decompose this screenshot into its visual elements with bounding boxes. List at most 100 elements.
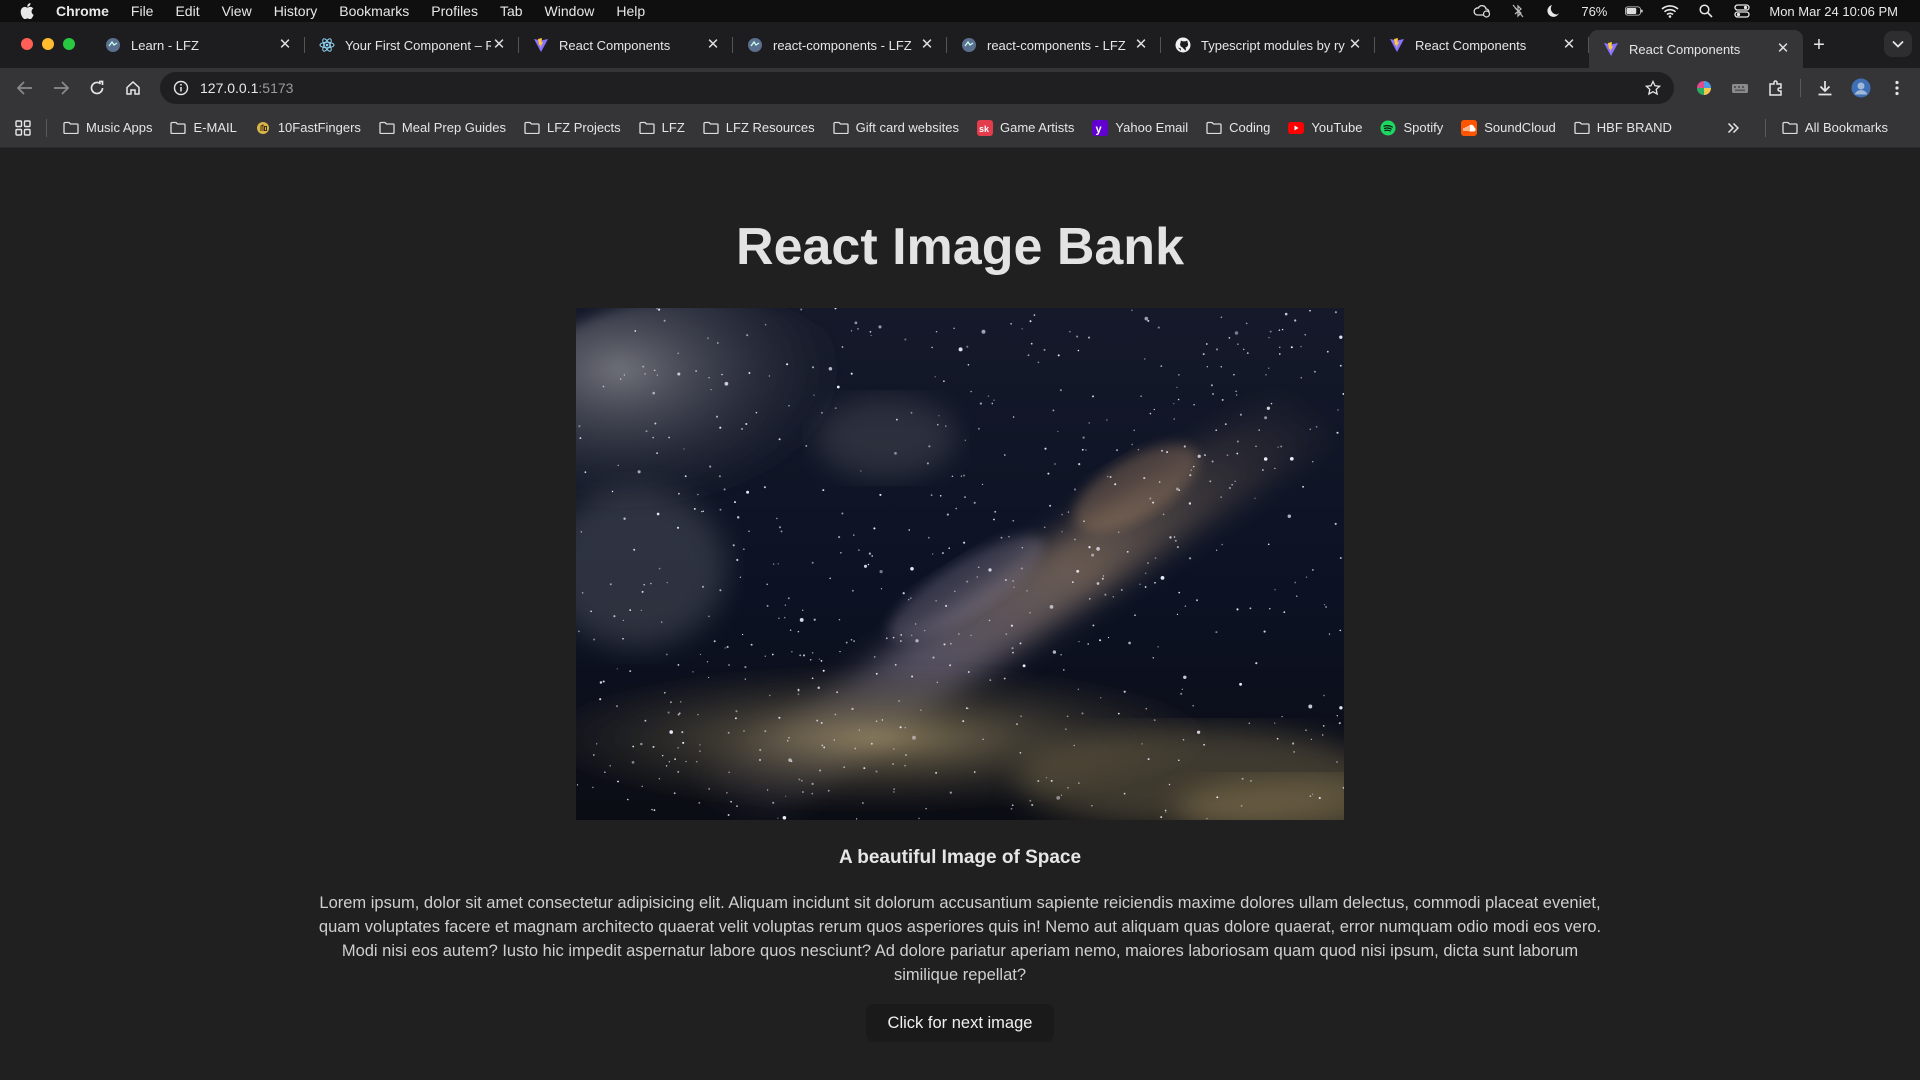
menubar-clock[interactable]: Mon Mar 24 10:06 PM	[1769, 4, 1898, 19]
folder-icon	[833, 121, 849, 135]
bookmark-coding[interactable]: Coding	[1206, 120, 1270, 135]
all-bookmarks-button[interactable]: All Bookmarks	[1782, 120, 1888, 135]
soundcloud-icon	[1461, 119, 1478, 136]
menu-bookmarks[interactable]: Bookmarks	[339, 3, 409, 19]
tab-your-first-component[interactable]: Your First Component – R ✕	[305, 28, 519, 62]
vite-icon	[533, 37, 549, 53]
tab-react-components-2[interactable]: React Components ✕	[1375, 28, 1589, 62]
close-tab-icon[interactable]: ✕	[919, 37, 935, 53]
control-center-icon[interactable]	[1733, 4, 1751, 18]
svg-text:sk: sk	[979, 124, 990, 134]
tab-title: react-components - LFZ	[773, 37, 912, 53]
apple-icon[interactable]	[20, 3, 34, 19]
spotlight-search-icon[interactable]	[1697, 4, 1715, 18]
battery-icon[interactable]	[1625, 4, 1643, 18]
tab-react-components-lfz-1[interactable]: react-components - LFZ ✕	[733, 28, 947, 62]
react-icon	[319, 37, 335, 53]
menu-edit[interactable]: Edit	[175, 3, 199, 19]
menu-profiles[interactable]: Profiles	[431, 3, 478, 19]
bookmark-label: LFZ Projects	[546, 120, 621, 135]
address-bar[interactable]: 127.0.0.1:5173	[160, 72, 1674, 104]
close-tab-icon[interactable]: ✕	[491, 37, 507, 53]
wifi-icon[interactable]	[1661, 4, 1679, 18]
close-tab-icon[interactable]: ✕	[277, 37, 293, 53]
close-tab-icon[interactable]: ✕	[1561, 37, 1577, 53]
folder-icon	[1206, 121, 1222, 135]
tab-react-components-1[interactable]: React Components ✕	[519, 28, 733, 62]
window-controls	[0, 38, 91, 68]
close-tab-icon[interactable]: ✕	[705, 37, 721, 53]
bookmark-lfz-projects[interactable]: LFZ Projects	[524, 120, 621, 135]
bluetooth-off-icon[interactable]	[1509, 4, 1527, 18]
cloud-sync-icon[interactable]	[1473, 4, 1491, 18]
image-caption: A beautiful Image of Space	[838, 847, 1082, 868]
tab-title: React Components	[1415, 37, 1527, 53]
close-tab-icon[interactable]: ✕	[1775, 41, 1791, 57]
moon-icon[interactable]	[1545, 4, 1563, 18]
download-icon[interactable]	[1813, 76, 1837, 100]
home-icon[interactable]	[118, 73, 148, 103]
lfz-icon	[747, 37, 763, 53]
apps-grid-icon[interactable]	[14, 119, 32, 137]
menu-file[interactable]: File	[131, 3, 154, 19]
bookmark-e-mail[interactable]: E-MAIL	[170, 120, 237, 135]
reload-icon[interactable]	[82, 73, 112, 103]
keyboard-extension-icon[interactable]	[1728, 76, 1752, 100]
menu-help[interactable]: Help	[616, 3, 645, 19]
bookmark-music-apps[interactable]: Music Apps	[63, 120, 152, 135]
bookmark-star-icon[interactable]	[1644, 79, 1662, 97]
bookmark-10fastfingers[interactable]: 10FastFingers	[255, 120, 361, 135]
folder-icon	[1782, 121, 1798, 135]
next-image-button[interactable]: Click for next image	[866, 1004, 1054, 1042]
battery-percent: 76%	[1581, 3, 1608, 19]
bookmark-label: HBF BRAND	[1596, 120, 1672, 135]
minimize-window-button[interactable]	[42, 38, 54, 50]
tab-search-button[interactable]	[1884, 31, 1912, 57]
tab-typescript-modules[interactable]: Typescript modules by ry ✕	[1161, 28, 1375, 62]
tab-react-components-lfz-2[interactable]: react-components - LFZ ✕	[947, 28, 1161, 62]
bookmark-youtube[interactable]: YouTube	[1288, 120, 1362, 135]
more-menu-icon[interactable]	[1885, 76, 1909, 100]
close-tab-icon[interactable]: ✕	[1347, 37, 1363, 53]
site-info-icon[interactable]	[172, 79, 190, 97]
bookmark-label: Music Apps	[86, 120, 153, 135]
bookmark-label: Meal Prep Guides	[401, 120, 506, 135]
bookmarks-separator	[1764, 118, 1766, 137]
fullscreen-window-button[interactable]	[63, 38, 75, 50]
bookmark-lfz[interactable]: LFZ	[639, 120, 685, 135]
image-description: Lorem ipsum, dolor sit amet consectetur …	[318, 894, 1602, 984]
lfz-icon	[961, 37, 977, 53]
new-tab-button[interactable]: +	[1803, 28, 1835, 62]
extensions-area	[1692, 76, 1909, 100]
close-window-button[interactable]	[21, 38, 33, 50]
double-chevron-right-icon[interactable]	[1725, 120, 1741, 136]
tab-learn-lfz[interactable]: Learn - LFZ ✕	[91, 28, 305, 62]
tab-react-components-active[interactable]: React Components ✕	[1589, 30, 1803, 68]
close-tab-icon[interactable]: ✕	[1133, 37, 1149, 53]
forward-arrow-icon[interactable]	[46, 73, 76, 103]
menu-history[interactable]: History	[274, 3, 318, 19]
bookmark-label: LFZ	[661, 120, 685, 135]
menu-window[interactable]: Window	[545, 3, 595, 19]
bookmark-yahoo-email[interactable]: y Yahoo Email	[1092, 119, 1188, 136]
tab-strip: Learn - LFZ ✕ Your First Component – R ✕…	[0, 22, 1920, 68]
bookmark-lfz-resources[interactable]: LFZ Resources	[703, 120, 815, 135]
bookmark-game-artists[interactable]: sk Game Artists	[977, 119, 1074, 136]
profile-avatar[interactable]	[1849, 76, 1873, 100]
bookmark-hbf-brand[interactable]: HBF BRAND	[1574, 120, 1672, 135]
bookmark-spotify[interactable]: Spotify	[1380, 120, 1443, 135]
menu-app-name[interactable]: Chrome	[56, 3, 109, 19]
tab-title: Your First Component – R	[345, 37, 491, 53]
bookmark-label: SoundCloud	[1484, 120, 1556, 135]
extensions-puzzle-icon[interactable]	[1764, 76, 1788, 100]
menu-tab[interactable]: Tab	[500, 3, 523, 19]
color-picker-extension-icon[interactable]	[1692, 76, 1716, 100]
bookmark-meal-prep-guides[interactable]: Meal Prep Guides	[379, 120, 506, 135]
bookmark-label: LFZ Resources	[725, 120, 815, 135]
status-area: 76% Mon Mar 24 10:06 PM	[1473, 4, 1920, 19]
page-content: React Image Bank A beautiful Image of Sp…	[0, 149, 1920, 1080]
back-arrow-icon[interactable]	[10, 73, 40, 103]
menu-view[interactable]: View	[222, 3, 252, 19]
bookmark-soundcloud[interactable]: SoundCloud	[1461, 119, 1556, 136]
bookmark-gift-card-websites[interactable]: Gift card websites	[833, 120, 959, 135]
